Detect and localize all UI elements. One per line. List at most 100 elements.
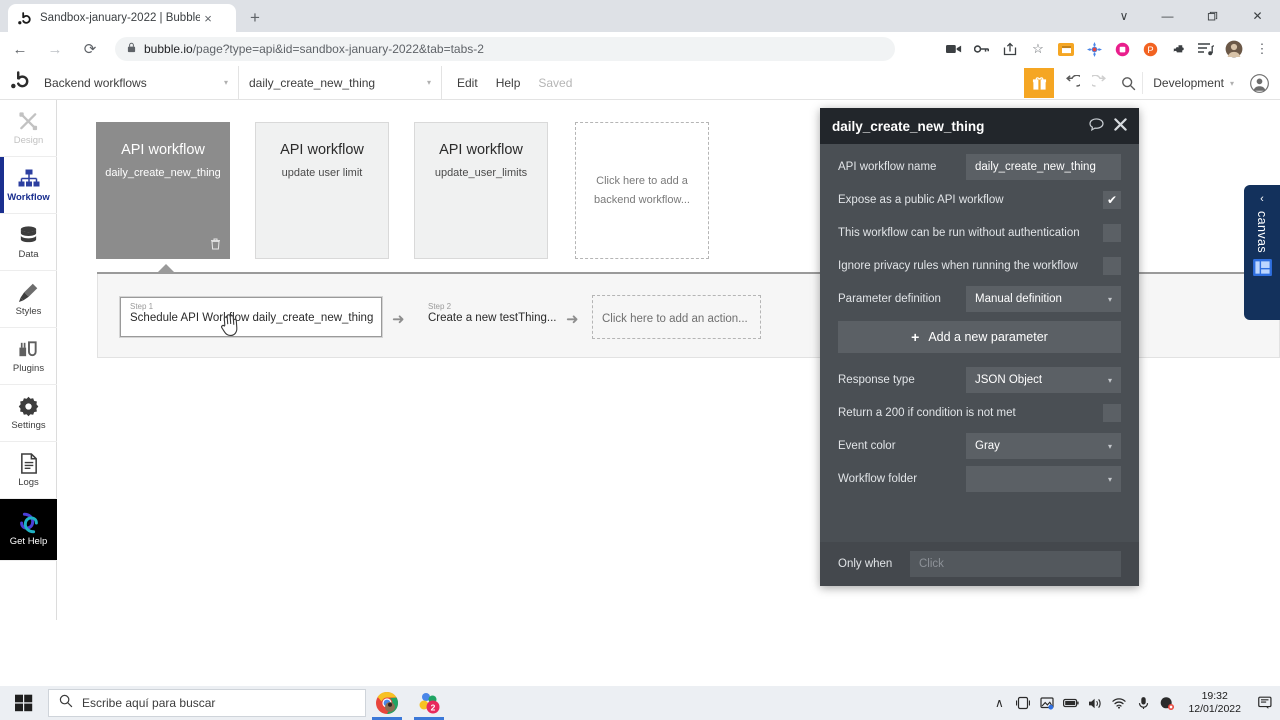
share-icon[interactable] [996,35,1024,63]
step-1-box[interactable]: Step 1 Schedule API Workflow daily_creat… [120,297,382,337]
field-label: Expose as a public API workflow [838,194,1004,206]
tab-search-chevron-icon[interactable]: ∨ [1103,0,1145,32]
account-avatar-icon[interactable] [1244,68,1274,98]
help-menu-button[interactable]: Help [487,76,530,90]
profile-avatar-icon[interactable] [1220,35,1248,63]
response-type-select[interactable]: JSON Object ▾ [966,367,1121,393]
reading-list-icon[interactable] [1192,35,1220,63]
chevron-down-icon: ▾ [1107,294,1112,304]
key-icon[interactable] [968,35,996,63]
close-window-button[interactable]: ✕ [1235,0,1280,32]
workflow-folder-select[interactable]: ▾ [966,466,1121,492]
field-response-type: Response type JSON Object ▾ [838,367,1121,393]
extension-window-icon[interactable] [1052,35,1080,63]
step-text: Create a new testThing... [428,312,557,324]
sidebar-item-plugins[interactable]: Plugins [0,328,57,385]
action-center-icon[interactable] [1250,686,1280,720]
workflow-card-update-user-limits[interactable]: API workflow update_user_limits [414,122,548,259]
sidebar-item-workflow[interactable]: Workflow [0,157,57,214]
sidebar-item-get-help[interactable]: Get Help [0,499,57,561]
selected-workflow-pointer [157,264,175,273]
workflow-card-daily-create-new-thing[interactable]: API workflow daily_create_new_thing [96,122,230,259]
search-icon[interactable] [1114,68,1142,98]
chevron-down-icon: ▾ [1107,375,1112,385]
add-parameter-button[interactable]: + Add a new parameter [838,321,1121,353]
sidebar-item-data[interactable]: Data [0,214,57,271]
ignore-privacy-checkbox[interactable] [1103,257,1121,275]
field-return-200: Return a 200 if condition is not met [838,400,1121,426]
tray-screen-icon[interactable] [1011,686,1035,720]
forward-icon[interactable]: → [40,34,70,64]
taskbar-clock[interactable]: 19:32 12/01/2022 [1179,690,1250,716]
response-type-value: JSON Object [975,374,1043,386]
back-icon[interactable]: ← [5,34,35,64]
video-record-icon[interactable] [940,35,968,63]
parameter-definition-select[interactable]: Manual definition ▾ [966,286,1121,312]
workflow-card-update-user-limit[interactable]: API workflow update user limit [255,122,389,259]
workflow-card-subtitle: update_user_limits [434,167,528,179]
edit-menu-button[interactable]: Edit [448,76,487,90]
step-2-box[interactable]: Step 2 Create a new testThing... [418,297,566,337]
tray-volume-icon[interactable] [1083,686,1107,720]
extension-record-icon[interactable] [1108,35,1136,63]
workflow-select-value: daily_create_new_thing [249,75,376,90]
canvas-side-tab[interactable]: ‹ canvas [1244,185,1280,320]
address-bar[interactable]: bubble.io/page?type=api&id=sandbox-janua… [115,37,895,61]
field-label: Return a 200 if condition is not met [838,407,1016,419]
minimize-button[interactable]: — [1145,0,1190,32]
no-auth-checkbox[interactable] [1103,224,1121,242]
sidebar-item-settings[interactable]: Settings [0,385,57,442]
teams-taskbar-icon[interactable]: 2 [408,686,450,720]
version-select[interactable]: Development ▾ [1142,72,1244,94]
clock-time: 19:32 [1201,690,1228,703]
taskbar-search-box[interactable]: Escribe aquí para buscar [48,689,366,717]
chevron-down-icon: ▾ [426,78,431,87]
workflow-card-subtitle: daily_create_new_thing [105,167,221,179]
gift-icon[interactable] [1024,68,1055,98]
undo-icon[interactable] [1058,68,1086,98]
close-icon[interactable]: × [200,10,216,26]
address-bar-text: bubble.io/page?type=api&id=sandbox-janua… [144,42,484,56]
sidebar-item-label: Design [13,134,44,146]
tray-meet-icon[interactable] [1155,686,1179,720]
add-action-box[interactable]: Click here to add an action... [592,295,761,339]
add-backend-workflow-card[interactable]: Click here to add a backend workflow... [575,122,709,259]
extension-burst-icon[interactable] [1080,35,1108,63]
expose-public-checkbox[interactable]: ✔ [1103,191,1121,209]
api-workflow-name-input[interactable]: daily_create_new_thing [966,154,1121,180]
extension-p-icon[interactable]: P [1136,35,1164,63]
maximize-button[interactable] [1190,0,1235,32]
only-when-input[interactable]: Click [910,551,1121,577]
tray-wifi-icon[interactable] [1107,686,1131,720]
chrome-menu-icon[interactable]: ⋮ [1248,35,1276,63]
add-card-line2: backend workflow... [594,193,690,206]
browser-tab-strip: Sandbox-january-2022 | Bubble E × + ∨ — … [0,0,1280,32]
sidebar-item-logs[interactable]: Logs [0,442,57,499]
lock-icon [127,42,136,56]
return-200-checkbox[interactable] [1103,404,1121,422]
tray-image-icon[interactable] [1035,686,1059,720]
reload-icon[interactable]: ⟳ [75,34,105,64]
windows-start-icon[interactable] [0,686,48,720]
sidebar-item-styles[interactable]: Styles [0,271,57,328]
sidebar-item-design[interactable]: Design [0,100,57,157]
step-arrow-icon: ➜ [566,311,579,328]
add-action-label: Click here to add an action... [602,313,748,325]
redo-icon[interactable] [1086,68,1114,98]
event-color-select[interactable]: Gray ▾ [966,433,1121,459]
new-tab-button[interactable]: + [244,7,266,29]
tray-battery-icon[interactable] [1059,686,1083,720]
trash-icon[interactable] [210,238,221,253]
extensions-puzzle-icon[interactable] [1164,35,1192,63]
chrome-taskbar-icon[interactable] [366,686,408,720]
close-icon[interactable] [1114,118,1127,134]
tray-mic-icon[interactable] [1131,686,1155,720]
workflow-select[interactable]: daily_create_new_thing ▾ [239,65,442,100]
panel-header: daily_create_new_thing [820,108,1139,144]
browser-tab[interactable]: Sandbox-january-2022 | Bubble E × [8,4,236,32]
tray-chevron-up-icon[interactable]: ∧ [987,686,1011,720]
section-select[interactable]: Backend workflows ▾ [34,65,239,100]
bookmark-star-icon[interactable]: ☆ [1024,35,1052,63]
comment-icon[interactable] [1089,118,1104,134]
field-label: Parameter definition [838,293,941,305]
